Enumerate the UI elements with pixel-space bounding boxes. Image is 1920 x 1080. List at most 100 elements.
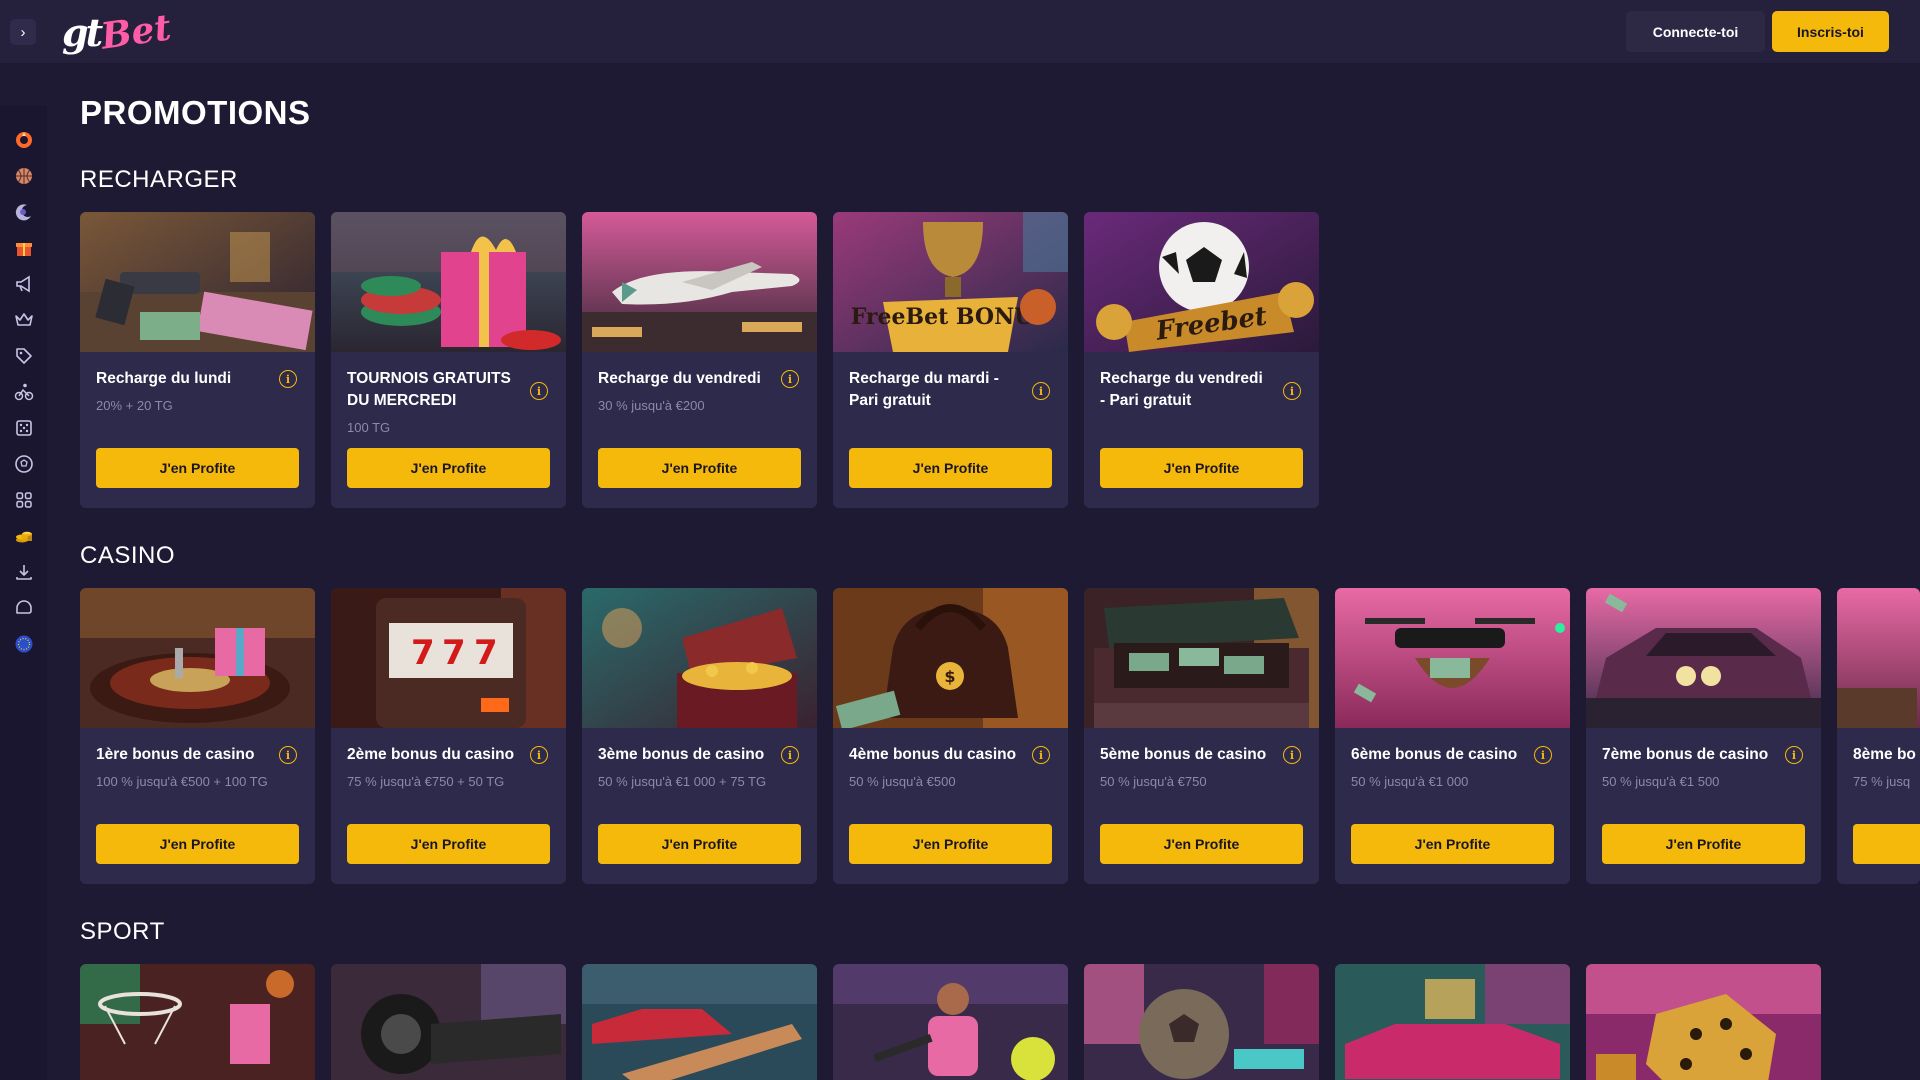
promo-image-roulette-gift bbox=[80, 588, 315, 728]
promo-image-soccer-ball-freebet: Freebet bbox=[1084, 212, 1319, 352]
card-title: 6ème bonus de casino bbox=[1351, 746, 1518, 763]
dice-icon[interactable] bbox=[11, 415, 36, 440]
card-subtitle: 75 % jusq bbox=[1853, 774, 1911, 789]
promo-card[interactable]: $ 4ème bonus du casino 50 % jusqu'à €500… bbox=[833, 588, 1068, 884]
claim-button[interactable]: J'en Profite bbox=[96, 824, 299, 864]
promo-card[interactable]: FreeBet BONUS Recharge du mardi - Pari g… bbox=[833, 212, 1068, 508]
claim-button[interactable]: J'en Profite bbox=[1602, 824, 1805, 864]
section-title-casino: CASINO bbox=[80, 542, 176, 569]
crown-icon[interactable] bbox=[11, 307, 36, 332]
claim-button[interactable]: J'en Profite bbox=[598, 448, 801, 488]
promo-card[interactable]: Recharge du vendredi 30 % jusqu'à €200 i… bbox=[582, 212, 817, 508]
promo-card[interactable]: 7ème bonus de casino 50 % jusqu'à €1 500… bbox=[1586, 588, 1821, 884]
promo-image-drone-cash bbox=[1335, 588, 1570, 728]
sidebar-expand-button[interactable]: › bbox=[10, 19, 36, 45]
info-icon[interactable]: i bbox=[530, 746, 548, 764]
promo-card[interactable]: 6ème bonus de casino 50 % jusqu'à €1 000… bbox=[1335, 588, 1570, 884]
site-logo[interactable]: gt Bet bbox=[62, 6, 174, 57]
promo-card[interactable]: TOURNOIS GRATUITS DU MERCREDI 100 TG i J… bbox=[331, 212, 566, 508]
card-subtitle: 20% + 20 TG bbox=[96, 398, 173, 413]
sport-card-golden-dice[interactable] bbox=[1586, 964, 1821, 1080]
promo-card[interactable]: Recharge du lundi 20% + 20 TG i J'en Pro… bbox=[80, 212, 315, 508]
claim-button[interactable]: J'en Profite bbox=[347, 448, 550, 488]
eu-flag-icon[interactable] bbox=[11, 631, 36, 656]
info-icon[interactable]: i bbox=[1785, 746, 1803, 764]
claim-button[interactable]: J'en Profite bbox=[1100, 824, 1303, 864]
info-icon[interactable]: i bbox=[1283, 382, 1301, 400]
login-button[interactable]: Connecte-toi bbox=[1626, 11, 1765, 52]
card-title: Recharge du mardi - Pari gratuit bbox=[849, 370, 999, 409]
claim-button[interactable]: J'en Profite bbox=[96, 448, 299, 488]
info-icon[interactable]: i bbox=[279, 746, 297, 764]
promo-image-money-bag: $ bbox=[833, 588, 1068, 728]
promo-card[interactable]: 5ème bonus de casino 50 % jusqu'à €750 i… bbox=[1084, 588, 1319, 884]
info-icon[interactable]: i bbox=[1032, 746, 1050, 764]
sport-card-hockey-stick-car[interactable] bbox=[582, 964, 817, 1080]
download-icon[interactable] bbox=[11, 559, 36, 584]
sport-card-convertible-cash[interactable] bbox=[1335, 964, 1570, 1080]
card-title: Recharge du vendredi bbox=[598, 370, 761, 387]
info-icon[interactable]: i bbox=[279, 370, 297, 388]
moon-icon[interactable] bbox=[11, 199, 36, 224]
chevron-right-icon: › bbox=[20, 23, 26, 41]
promo-spin-icon[interactable] bbox=[11, 127, 36, 152]
info-icon[interactable]: i bbox=[781, 746, 799, 764]
card-subtitle: 100 TG bbox=[347, 420, 391, 435]
promo-card[interactable]: 777 2ème bonus du casino 75 % jusqu'à €7… bbox=[331, 588, 566, 884]
info-icon[interactable]: i bbox=[781, 370, 799, 388]
promo-image-gift-and-chips bbox=[331, 212, 566, 352]
gift-box-icon[interactable] bbox=[11, 235, 36, 260]
coins-icon[interactable] bbox=[11, 523, 36, 548]
promo-image-car-trunk-cash bbox=[1084, 588, 1319, 728]
promo-image-treasure-chest bbox=[582, 588, 817, 728]
claim-button[interactable]: J'en Profite bbox=[849, 824, 1052, 864]
promo-card[interactable]: Freebet Recharge du vendredi - Pari grat… bbox=[1084, 212, 1319, 508]
card-title: 1ère bonus de casino bbox=[96, 746, 255, 763]
card-subtitle: 75 % jusqu'à €750 + 50 TG bbox=[347, 774, 505, 789]
svg-text:7: 7 bbox=[442, 633, 466, 673]
claim-button[interactable]: J'en Profite bbox=[598, 824, 801, 864]
basketball-icon[interactable] bbox=[11, 163, 36, 188]
claim-button[interactable]: J'en Profite bbox=[347, 824, 550, 864]
claim-button[interactable]: J'en Profite bbox=[1100, 448, 1303, 488]
sport-card-soccer-ball-street[interactable] bbox=[1084, 964, 1319, 1080]
sport-card-basketball-dunk[interactable] bbox=[80, 964, 315, 1080]
card-subtitle: 100 % jusqu'à €500 + 100 TG bbox=[96, 774, 268, 789]
info-icon[interactable]: i bbox=[1032, 382, 1050, 400]
info-icon[interactable]: i bbox=[1283, 746, 1301, 764]
card-title: 8ème bo bbox=[1853, 746, 1916, 763]
promo-image-freebet-bonus-trophy: FreeBet BONUS bbox=[833, 212, 1068, 352]
chat-icon[interactable] bbox=[11, 595, 36, 620]
card-title: 5ème bonus de casino bbox=[1100, 746, 1267, 763]
tag-icon[interactable] bbox=[11, 343, 36, 368]
promo-card-partial[interactable]: 8ème bo 75 % jusq J bbox=[1837, 588, 1920, 884]
top-header: › gt Bet Connecte-toi Inscris-toi bbox=[0, 0, 1920, 63]
card-subtitle: 50 % jusqu'à €750 bbox=[1100, 774, 1207, 789]
info-icon[interactable]: i bbox=[530, 382, 548, 400]
claim-button[interactable]: J bbox=[1853, 824, 1920, 864]
logo-main-text: gt bbox=[62, 9, 103, 55]
grid-icon[interactable] bbox=[11, 487, 36, 512]
claim-button[interactable]: J'en Profite bbox=[1351, 824, 1554, 864]
sport-card-formula-one[interactable] bbox=[331, 964, 566, 1080]
casino-row: 1ère bonus de casino 100 % jusqu'à €500 … bbox=[80, 588, 1920, 888]
svg-text:7: 7 bbox=[411, 633, 435, 673]
promo-card[interactable]: 3ème bonus de casino 50 % jusqu'à €1 000… bbox=[582, 588, 817, 884]
signup-button[interactable]: Inscris-toi bbox=[1772, 11, 1889, 52]
megaphone-icon[interactable] bbox=[11, 271, 36, 296]
svg-text:$: $ bbox=[944, 667, 955, 686]
cycling-icon[interactable] bbox=[11, 379, 36, 404]
info-icon[interactable]: i bbox=[1534, 746, 1552, 764]
card-subtitle: 50 % jusqu'à €500 bbox=[849, 774, 956, 789]
promo-image-pistol-and-cash bbox=[80, 212, 315, 352]
svg-text:7: 7 bbox=[474, 633, 498, 673]
card-title: TOURNOIS GRATUITS DU MERCREDI bbox=[347, 370, 511, 409]
soccer-ball-icon[interactable] bbox=[11, 451, 36, 476]
section-title-recharger: RECHARGER bbox=[80, 166, 238, 193]
sidebar bbox=[0, 106, 47, 1080]
promo-card[interactable]: 1ère bonus de casino 100 % jusqu'à €500 … bbox=[80, 588, 315, 884]
sport-card-tennis-player[interactable] bbox=[833, 964, 1068, 1080]
promo-image-partial-card bbox=[1837, 588, 1920, 728]
claim-button[interactable]: J'en Profite bbox=[849, 448, 1052, 488]
page-title: PROMOTIONS bbox=[80, 94, 311, 131]
